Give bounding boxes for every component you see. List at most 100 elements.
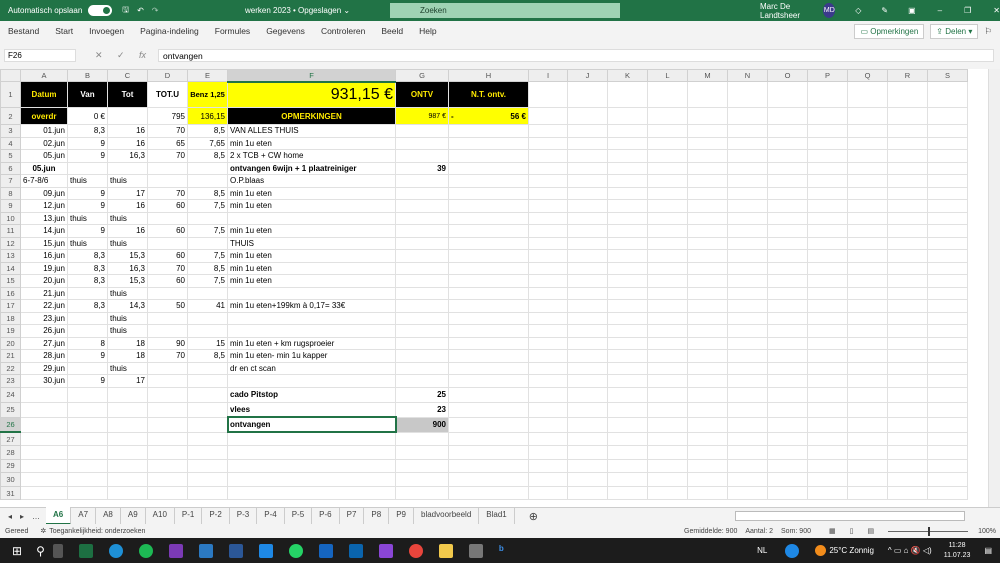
cell-J23[interactable] [567, 374, 608, 388]
column-header-O[interactable]: O [767, 69, 808, 82]
cell-B25[interactable] [67, 401, 108, 418]
clock-date[interactable]: 11.07.23 [944, 552, 971, 559]
cell-A31[interactable] [20, 485, 68, 501]
add-sheet-icon[interactable]: ⊕ [529, 510, 538, 523]
cell-J31[interactable] [567, 485, 608, 501]
cell-N14[interactable] [727, 261, 768, 275]
cell-K13[interactable] [607, 249, 648, 263]
cell-C28[interactable] [107, 445, 148, 460]
cell-R11[interactable] [887, 224, 928, 238]
cell-B15[interactable]: 8,3 [67, 274, 108, 288]
cell-A9[interactable]: 12.jun [20, 199, 68, 213]
cell-S11[interactable] [927, 224, 968, 238]
cell-E31[interactable] [187, 485, 228, 501]
cell-R20[interactable] [887, 336, 928, 350]
cell-R7[interactable] [887, 174, 928, 188]
cell-P27[interactable] [807, 431, 848, 447]
cell-I24[interactable] [528, 386, 568, 403]
cell-L13[interactable] [647, 249, 688, 263]
cell-S29[interactable] [927, 458, 968, 474]
cell-A26[interactable] [20, 416, 68, 433]
sheet-tab-a8[interactable]: A8 [96, 507, 121, 525]
cell-D1[interactable]: TOT.U [147, 81, 188, 108]
cell-L28[interactable] [647, 445, 688, 460]
cell-M15[interactable] [687, 274, 728, 288]
cell-J4[interactable] [567, 136, 608, 150]
cell-C4[interactable]: 16 [107, 136, 148, 150]
cell-P14[interactable] [807, 261, 848, 275]
cell-I28[interactable] [528, 445, 568, 460]
cell-O25[interactable] [767, 401, 808, 418]
cell-C29[interactable] [107, 458, 148, 474]
cell-E28[interactable] [187, 445, 228, 460]
spotify-icon[interactable] [138, 543, 153, 558]
cell-O22[interactable] [767, 361, 808, 375]
cell-F2[interactable]: OPMERKINGEN [227, 107, 396, 125]
cell-O1[interactable] [767, 81, 808, 108]
cell-J11[interactable] [567, 224, 608, 238]
cell-I7[interactable] [528, 174, 568, 188]
tab-prev-icon[interactable]: ◂ [8, 512, 12, 521]
cell-N11[interactable] [727, 224, 768, 238]
cell-P17[interactable] [807, 299, 848, 313]
cell-A5[interactable]: 05.jun [20, 149, 68, 163]
cell-B26[interactable] [67, 416, 108, 433]
cell-L30[interactable] [647, 472, 688, 487]
cell-K29[interactable] [607, 458, 648, 474]
cell-L10[interactable] [647, 211, 688, 225]
cell-E14[interactable]: 8,5 [187, 261, 228, 275]
sheet-tab-a9[interactable]: A9 [121, 507, 146, 525]
cell-G21[interactable] [395, 349, 449, 363]
row-header[interactable]: 7 [0, 174, 21, 188]
column-header-B[interactable]: B [67, 69, 108, 82]
sheet-tab-a7[interactable]: A7 [71, 507, 97, 525]
cell-Q25[interactable] [847, 401, 888, 418]
cell-N30[interactable] [727, 472, 768, 487]
cell-Q21[interactable] [847, 349, 888, 363]
cell-H24[interactable] [448, 386, 529, 403]
menu-bestand[interactable]: Bestand [8, 26, 39, 36]
ribbon-display-icon[interactable]: ▣ [908, 6, 916, 15]
sheet-tab-p7[interactable]: P7 [340, 507, 365, 525]
cell-H28[interactable] [448, 445, 529, 460]
cell-O3[interactable] [767, 124, 808, 138]
cell-D11[interactable]: 60 [147, 224, 188, 238]
diamond-icon[interactable]: ◇ [855, 6, 861, 15]
cell-I12[interactable] [528, 236, 568, 250]
cell-G2[interactable]: 987 € [395, 107, 449, 125]
cell-A12[interactable]: 15.jun [20, 236, 68, 250]
cell-C6[interactable] [107, 161, 148, 175]
cell-O26[interactable] [767, 416, 808, 433]
cell-A30[interactable] [20, 472, 68, 487]
cell-K19[interactable] [607, 324, 648, 338]
cell-I8[interactable] [528, 186, 568, 200]
cell-F11[interactable]: min 1u eten [227, 224, 396, 238]
cell-M9[interactable] [687, 199, 728, 213]
cell-F20[interactable]: min 1u eten + km rugsproeier [227, 336, 396, 350]
cell-B6[interactable] [67, 161, 108, 175]
row-header[interactable]: 23 [0, 374, 21, 388]
menu-gegevens[interactable]: Gegevens [266, 26, 305, 36]
cell-D26[interactable] [147, 416, 188, 433]
cell-K4[interactable] [607, 136, 648, 150]
cell-S16[interactable] [927, 286, 968, 300]
column-header-Q[interactable]: Q [847, 69, 888, 82]
cell-S10[interactable] [927, 211, 968, 225]
cell-L23[interactable] [647, 374, 688, 388]
cell-M2[interactable] [687, 107, 728, 125]
cell-H19[interactable] [448, 324, 529, 338]
cell-E6[interactable] [187, 161, 228, 175]
cell-L8[interactable] [647, 186, 688, 200]
row-header[interactable]: 29 [0, 458, 21, 474]
cell-P24[interactable] [807, 386, 848, 403]
cell-R8[interactable] [887, 186, 928, 200]
cell-O12[interactable] [767, 236, 808, 250]
row-header[interactable]: 31 [0, 485, 21, 501]
cell-A13[interactable]: 16.jun [20, 249, 68, 263]
cell-G18[interactable] [395, 311, 449, 325]
cell-I17[interactable] [528, 299, 568, 313]
cell-Q2[interactable] [847, 107, 888, 125]
cell-P6[interactable] [807, 161, 848, 175]
cell-Q29[interactable] [847, 458, 888, 474]
cell-E3[interactable]: 8,5 [187, 124, 228, 138]
